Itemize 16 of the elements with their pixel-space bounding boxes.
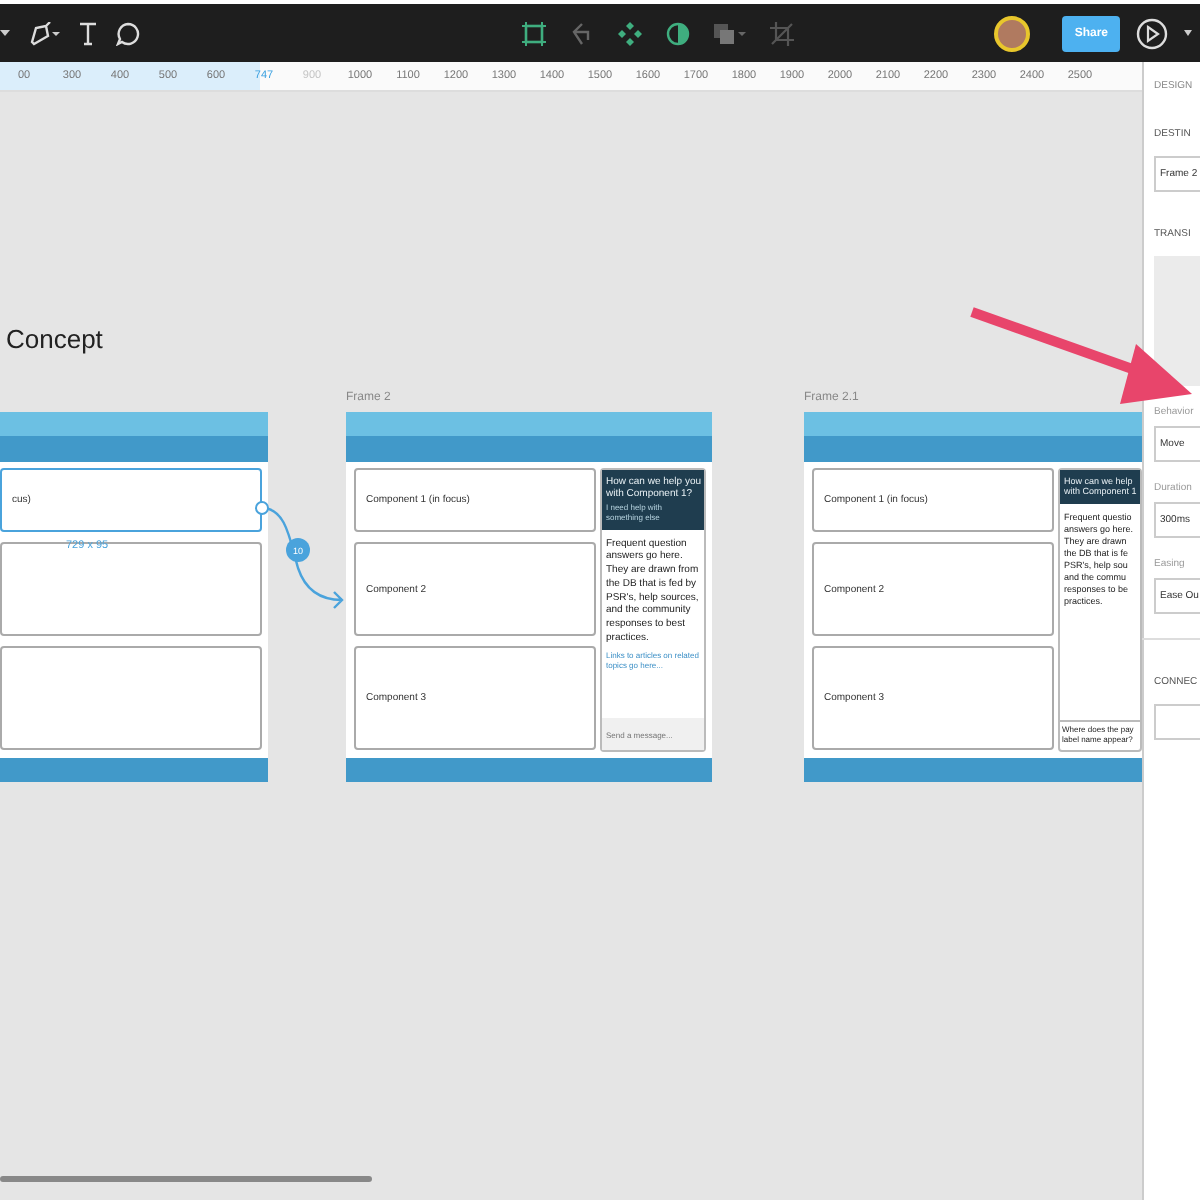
- caret-icon[interactable]: [1184, 29, 1192, 37]
- frame[interactable]: [346, 412, 712, 782]
- text-tool-icon[interactable]: [78, 21, 98, 45]
- pen-tool-icon[interactable]: [28, 21, 60, 45]
- mask-icon[interactable]: [665, 21, 690, 45]
- undo-shape-icon[interactable]: [569, 21, 594, 45]
- frame-icon[interactable]: [521, 21, 546, 45]
- comment-icon[interactable]: [116, 21, 140, 45]
- caret-icon[interactable]: [0, 29, 10, 37]
- scrollbar[interactable]: [0, 1176, 372, 1182]
- play-icon[interactable]: [1136, 17, 1168, 49]
- page-title: Concept: [6, 324, 103, 354]
- avatar[interactable]: [994, 15, 1031, 51]
- boolean-icon[interactable]: [713, 21, 746, 45]
- frame[interactable]: [804, 412, 1142, 782]
- component-icon[interactable]: [617, 21, 642, 45]
